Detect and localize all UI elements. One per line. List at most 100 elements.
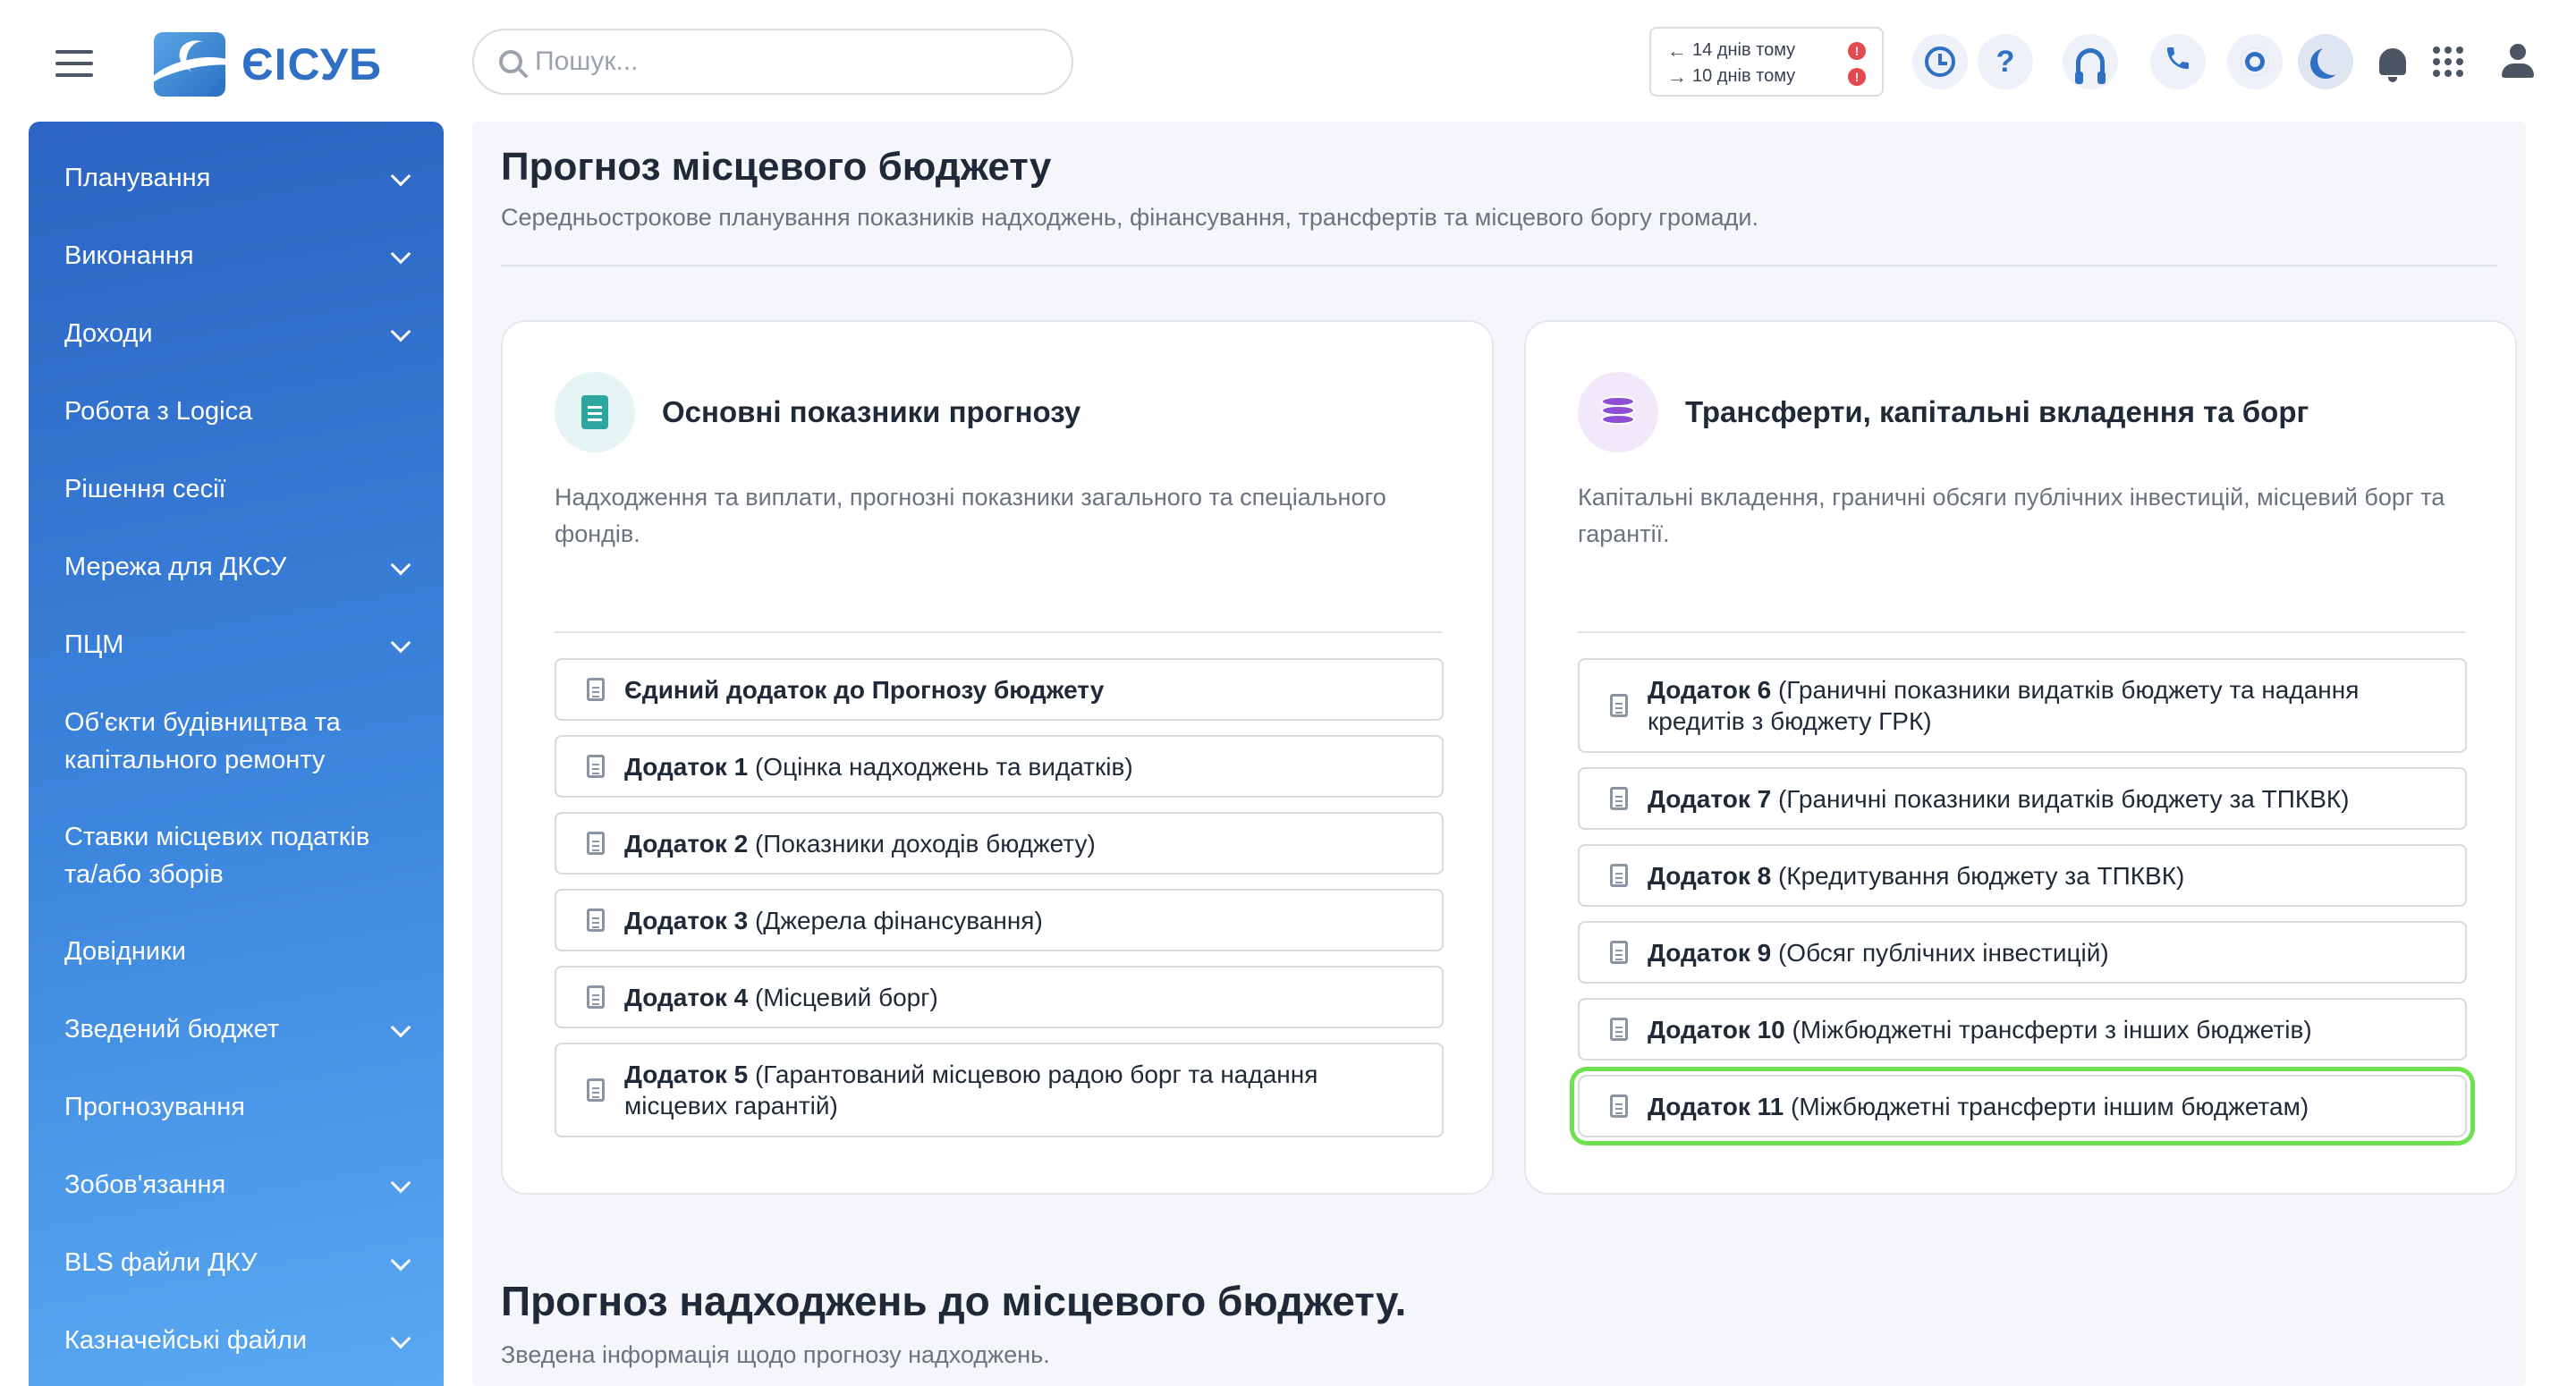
settings-button[interactable] <box>2227 34 2283 89</box>
main-content: Прогноз місцевого бюджету Середньостроко… <box>472 122 2526 1386</box>
sidebar-item-planning[interactable]: Планування <box>29 139 444 217</box>
card-title: Основні показники прогнозу <box>662 395 1081 428</box>
document-label: Додаток 7 (Граничні показники видатків б… <box>1648 784 2350 813</box>
chevron-down-icon <box>390 1172 411 1193</box>
search-input[interactable] <box>535 46 1036 77</box>
document-button[interactable]: Додаток 3 (Джерела фінансування) <box>555 889 1444 951</box>
divider <box>555 631 1442 633</box>
sidebar-item-label: Довідники <box>64 937 186 966</box>
document-button[interactable]: Додаток 9 (Обсяг публічних інвестицій) <box>1578 921 2467 984</box>
sidebar-item-obligations[interactable]: Зобов'язання <box>29 1146 444 1224</box>
help-button[interactable]: ? <box>1978 34 2033 89</box>
sidebar-item-revenues[interactable]: Доходи <box>29 295 444 373</box>
document-label: Додаток 3 (Джерела фінансування) <box>624 906 1043 934</box>
chevron-down-icon <box>390 1017 411 1037</box>
sidebar-item-label: Об'єкти будівництва та капітального ремо… <box>64 708 341 774</box>
sidebar-item-directories[interactable]: Довідники <box>29 913 444 991</box>
sidebar-item-label: Виконання <box>64 241 194 270</box>
arrow-right-icon: → <box>1667 64 1687 88</box>
page-subtitle: Середньострокове планування показників н… <box>501 204 1759 231</box>
card-main-indicators: Основні показники прогнозу Надходження т… <box>501 320 1494 1195</box>
document-button[interactable]: Додаток 7 (Граничні показники видатків б… <box>1578 767 2467 830</box>
user-icon <box>2500 44 2536 80</box>
document-label: Додаток 8 (Кредитування бюджету за ТПКВК… <box>1648 861 2185 890</box>
document-button-highlighted[interactable]: Додаток 11 (Міжбюджетні трансферти іншим… <box>1578 1075 2467 1137</box>
apps-grid-icon <box>2433 46 2463 77</box>
sidebar-item-label: ПЦМ <box>64 630 124 659</box>
document-button[interactable]: Додаток 2 (Показники доходів бюджету) <box>555 812 1444 875</box>
sidebar-item-execution[interactable]: Виконання <box>29 217 444 295</box>
file-icon <box>1610 864 1628 887</box>
notifications-button[interactable] <box>2365 34 2420 89</box>
chevron-down-icon <box>390 554 411 575</box>
sidebar-item-pcm[interactable]: ПЦМ <box>29 606 444 684</box>
user-menu-button[interactable] <box>2490 34 2546 89</box>
document-icon <box>555 372 635 452</box>
support-button[interactable] <box>2063 34 2118 89</box>
card-description: Капітальні вкладення, граничні обсяги пу… <box>1578 484 2445 547</box>
chevron-down-icon <box>390 632 411 653</box>
sidebar-item-session-decisions[interactable]: Рішення сесії <box>29 451 444 528</box>
logo[interactable]: ЄІСУБ <box>154 32 382 97</box>
phone-button[interactable] <box>2150 34 2206 89</box>
sidebar-item-local-tax-rates[interactable]: Ставки місцевих податків та/або зборів <box>29 799 444 913</box>
document-button[interactable]: Додаток 4 (Місцевий борг) <box>555 966 1444 1028</box>
file-icon <box>587 909 605 932</box>
document-button[interactable]: Додаток 1 (Оцінка надходжень та видатків… <box>555 735 1444 798</box>
divider <box>501 265 2497 266</box>
page-title: Прогноз місцевого бюджету <box>501 145 1052 189</box>
card-transfers-debt: Трансферти, капітальні вкладення та борг… <box>1524 320 2517 1195</box>
sidebar-item-label: Робота з Logica <box>64 397 253 426</box>
alert-badge: ! <box>1848 67 1866 86</box>
history-label: 10 днів тому <box>1692 66 1796 86</box>
document-list: Додаток 6 (Граничні показники видатків б… <box>1578 658 2467 1152</box>
file-icon <box>587 1078 605 1102</box>
sidebar-item-label: BLS файли ДКУ <box>64 1248 258 1277</box>
file-icon <box>1610 787 1628 810</box>
menu-icon[interactable] <box>55 50 93 77</box>
arrow-left-icon: ← <box>1667 38 1687 62</box>
card-description: Надходження та виплати, прогнозні показн… <box>555 484 1386 547</box>
sidebar-item-bls-files[interactable]: BLS файли ДКУ <box>29 1224 444 1302</box>
moon-icon <box>2318 45 2348 75</box>
document-button[interactable]: Єдиний додаток до Прогнозу бюджету <box>555 658 1444 721</box>
sidebar-item-label: Мережа для ДКСУ <box>64 553 287 581</box>
divider <box>1578 631 2465 633</box>
coins-icon <box>1578 372 1658 452</box>
logo-text: ЄІСУБ <box>242 39 382 89</box>
sidebar-item-consolidated-budget[interactable]: Зведений бюджет <box>29 991 444 1069</box>
search-box[interactable] <box>472 29 1073 95</box>
document-button[interactable]: Додаток 10 (Міжбюджетні трансферти з інш… <box>1578 998 2467 1061</box>
document-label: Додаток 4 (Місцевий борг) <box>624 983 938 1011</box>
sidebar-item-construction-objects[interactable]: Об'єкти будівництва та капітального ремо… <box>29 684 444 799</box>
file-icon <box>1610 941 1628 964</box>
document-button[interactable]: Додаток 5 (Гарантований місцевою радою б… <box>555 1043 1444 1137</box>
document-label: Додаток 2 (Показники доходів бюджету) <box>624 829 1096 858</box>
sidebar-item-dksu-network[interactable]: Мережа для ДКСУ <box>29 528 444 606</box>
sidebar-item-logica[interactable]: Робота з Logica <box>29 373 444 451</box>
sidebar-item-forecasting[interactable]: Прогнозування <box>29 1069 444 1146</box>
section-subtitle: Зведена інформація щодо прогнозу надходж… <box>501 1341 1050 1368</box>
navigation-history: ← 14 днів тому ! → 10 днів тому ! <box>1649 27 1884 97</box>
file-icon <box>1610 1018 1628 1041</box>
logo-mark <box>154 32 225 97</box>
theme-toggle-button[interactable] <box>2298 34 2353 89</box>
file-icon <box>587 678 605 701</box>
alarm-clock-button[interactable] <box>1912 34 1968 89</box>
chevron-down-icon <box>390 1250 411 1271</box>
sidebar-item-label: Зобов'язання <box>64 1170 226 1199</box>
file-icon <box>1610 1094 1628 1118</box>
headset-icon <box>2075 48 2106 84</box>
document-button[interactable]: Додаток 6 (Граничні показники видатків б… <box>1578 658 2467 753</box>
help-icon: ? <box>1996 44 2015 79</box>
sidebar-item-label: Планування <box>64 164 211 192</box>
file-icon <box>587 832 605 855</box>
top-bar: ЄІСУБ ← 14 днів тому ! → 10 днів тому ! … <box>0 0 2576 122</box>
chevron-down-icon <box>390 321 411 342</box>
apps-button[interactable] <box>2420 34 2476 89</box>
document-button[interactable]: Додаток 8 (Кредитування бюджету за ТПКВК… <box>1578 844 2467 907</box>
sidebar-item-treasury-files[interactable]: Казначейські файли <box>29 1302 444 1380</box>
chevron-down-icon <box>390 243 411 264</box>
history-back[interactable]: ← 14 днів тому ! <box>1667 38 1866 63</box>
history-forward[interactable]: → 10 днів тому ! <box>1667 63 1866 89</box>
